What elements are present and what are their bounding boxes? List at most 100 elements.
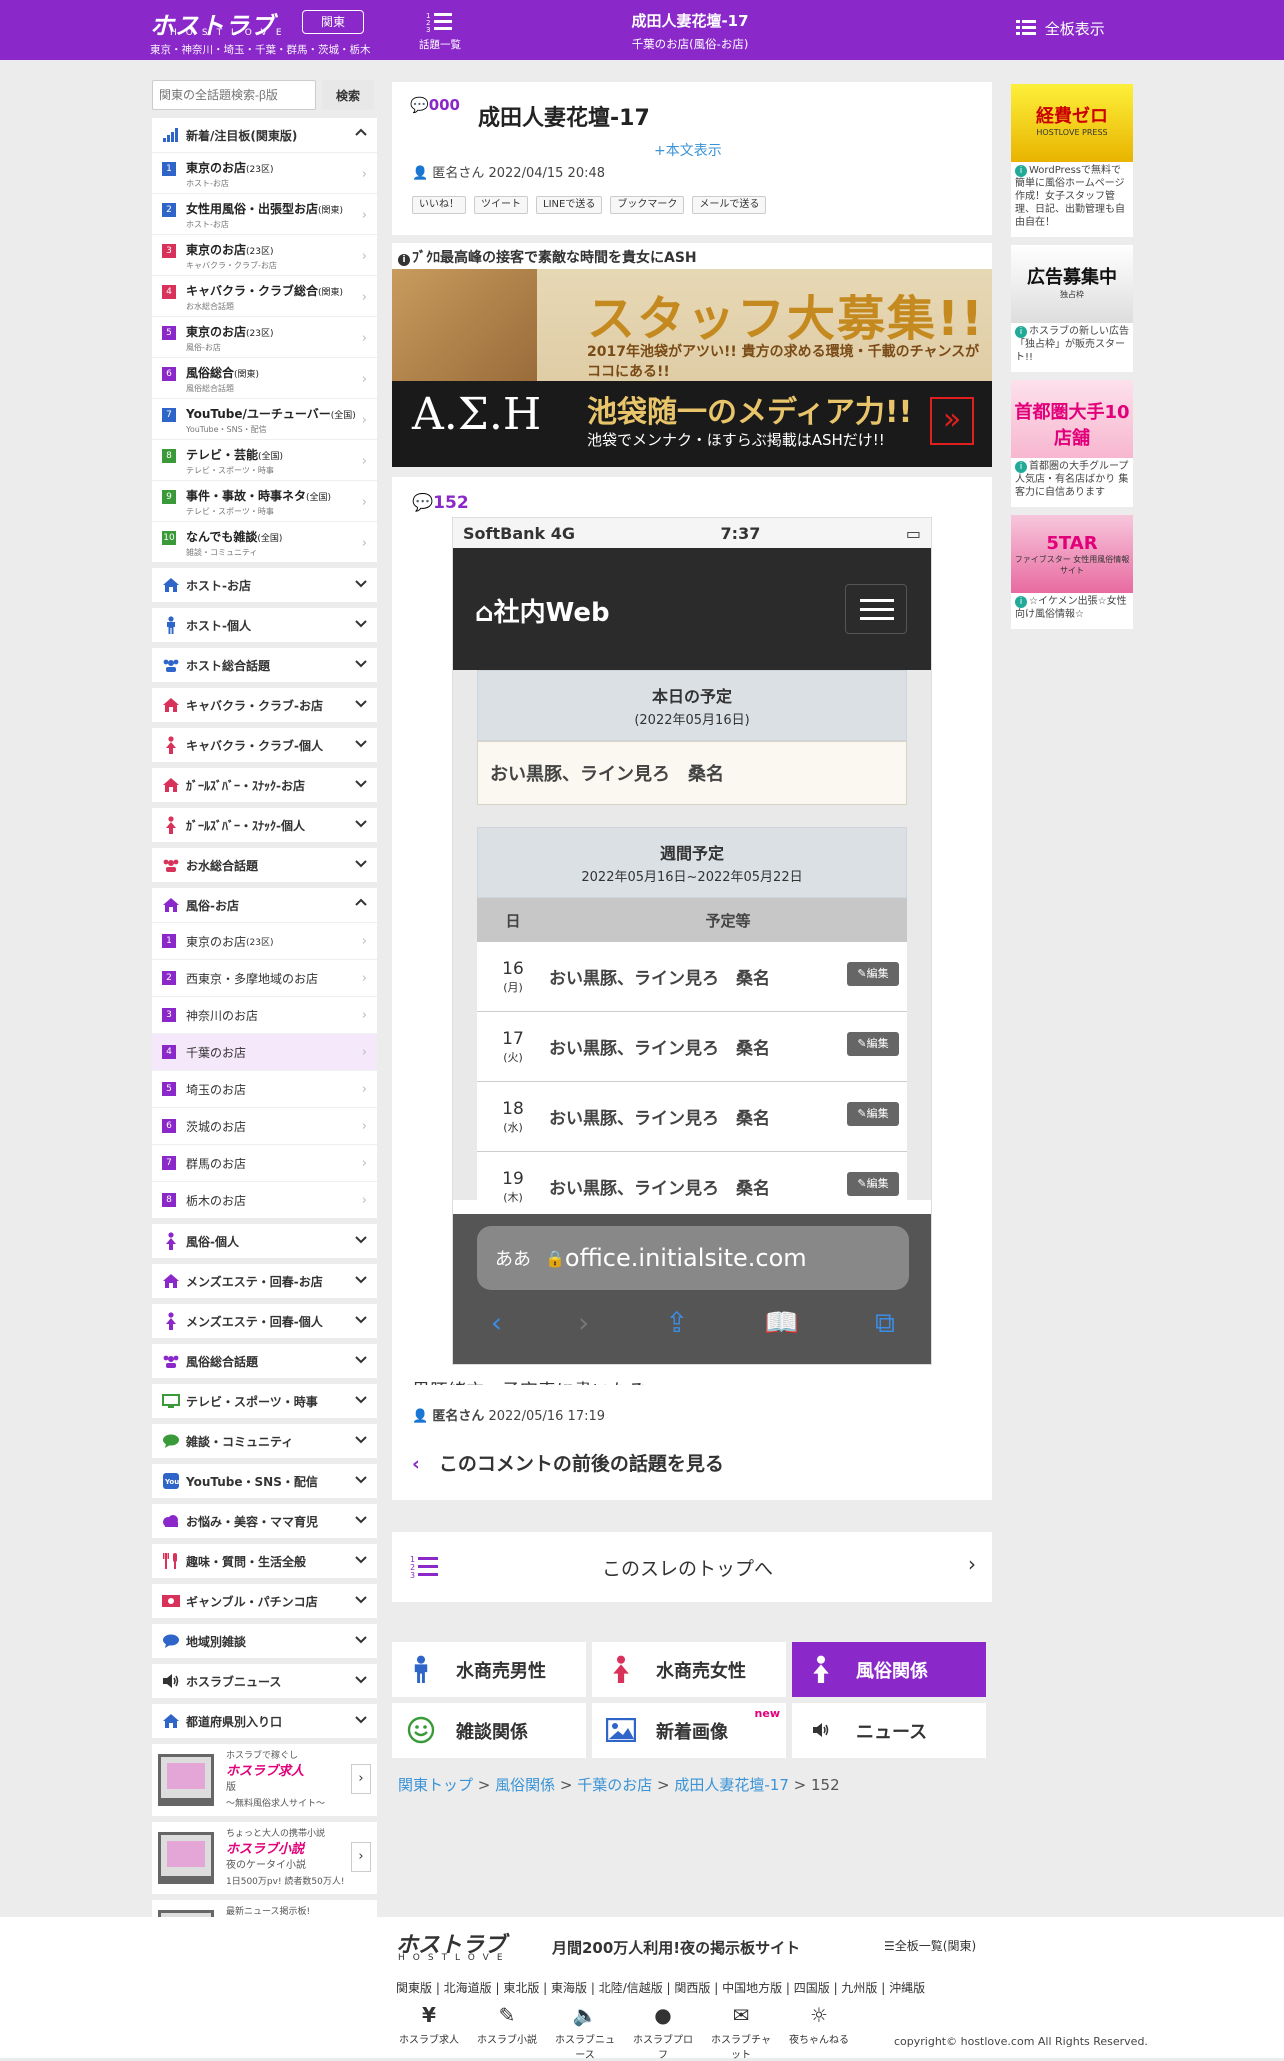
- nav-group-header[interactable]: キャバクラ・クラブ-個人: [152, 728, 377, 762]
- nav-group[interactable]: 雑談・コミュニティ: [152, 1424, 377, 1458]
- fuzoku-shop-item[interactable]: 6 茨城のお店 ›: [152, 1107, 377, 1144]
- nav-group-header[interactable]: You YouTube・SNS・配信: [152, 1464, 377, 1498]
- nav-group[interactable]: ｶﾞｰﾙｽﾞﾊﾞｰ・ｽﾅｯｸ-個人: [152, 808, 377, 842]
- nav-group[interactable]: ホスト-個人: [152, 608, 377, 642]
- share-button[interactable]: メールで送る: [692, 196, 767, 214]
- nav-group[interactable]: ホスト-お店: [152, 568, 377, 602]
- search-button[interactable]: 検索: [322, 80, 374, 110]
- ranking-item[interactable]: 7 YouTube/ユーチューバー(全国) YouTube・SNS・配信 ›: [152, 398, 377, 439]
- nav-group-header[interactable]: テレビ・スポーツ・時事: [152, 1384, 377, 1418]
- service-banner[interactable]: ちょっと大人の携帯小説 ホスラブ小説 夜のケータイ小説 1日500万pv! 読者数50…: [152, 1822, 377, 1894]
- ranking-item[interactable]: 9 事件・事故・時事ネタ(全国) テレビ・スポーツ・時事 ›: [152, 480, 377, 521]
- nav-group-header[interactable]: 風俗総合話題: [152, 1344, 377, 1378]
- share-button[interactable]: ツイート: [474, 196, 528, 214]
- fuzoku-shop-item[interactable]: 1 東京のお店 (23区) ›: [152, 922, 377, 959]
- fuzoku-shop-item[interactable]: 3 神奈川のお店 ›: [152, 996, 377, 1033]
- fuzoku-shop-item[interactable]: 2 西東京・多摩地域のお店 ›: [152, 959, 377, 996]
- nav-group-header[interactable]: キャバクラ・クラブ-お店: [152, 688, 377, 722]
- ranking-item[interactable]: 5 東京のお店(23区) 風俗-お店 ›: [152, 316, 377, 357]
- right-ad-image[interactable]: 経費ゼロ HOSTLOVE PRESS: [1011, 84, 1133, 162]
- footer-service-link[interactable]: ☼ 夜ちゃんねる: [786, 2003, 852, 2061]
- fuzoku-shop-item[interactable]: 4 千葉のお店 ›: [152, 1033, 377, 1070]
- right-ad[interactable]: 5TAR ファイブスター 女性用風俗情報サイト i ☆イケメン出張☆女性向け風俗情報☆: [1011, 515, 1133, 629]
- category-link[interactable]: ニュース: [792, 1703, 986, 1758]
- right-ad[interactable]: 広告募集中 独占枠 i ホスラブの新しい広告「独占枠」が販売スタート!!: [1011, 245, 1133, 372]
- nav-group[interactable]: 趣味・質問・生活全般: [152, 1544, 377, 1578]
- nav-group-header[interactable]: ホスト総合話題: [152, 648, 377, 682]
- fuzoku-shop-item[interactable]: 8 栃木のお店 ›: [152, 1181, 377, 1218]
- ranking-item[interactable]: 6 風俗総合(関東) 風俗総合話題 ›: [152, 357, 377, 398]
- ranking-item[interactable]: 1 東京のお店(23区) ホスト-お店 ›: [152, 152, 377, 193]
- category-link[interactable]: 風俗関係: [792, 1642, 986, 1697]
- nav-group[interactable]: 風俗総合話題: [152, 1344, 377, 1378]
- share-button[interactable]: ブックマーク: [610, 196, 685, 214]
- nav-group-header[interactable]: お悩み・美容・ママ育児: [152, 1504, 377, 1538]
- ranking-item[interactable]: 4 キャバクラ・クラブ総合(関東) お水総合話題 ›: [152, 275, 377, 316]
- comment-image[interactable]: SoftBank 4G 7:37 ▭ ⌂社内Web 本日の予定 (2022年05月…: [452, 517, 932, 1365]
- fuzoku-shop-header[interactable]: 風俗-お店: [152, 888, 377, 922]
- nav-group-header[interactable]: 雑談・コミュニティ: [152, 1424, 377, 1458]
- nav-group[interactable]: 都道府県別入り口: [152, 1704, 377, 1738]
- nav-group[interactable]: ギャンブル・パチンコ店: [152, 1584, 377, 1618]
- category-link[interactable]: 水商売男性: [392, 1642, 586, 1697]
- category-link[interactable]: 新着画像 new: [592, 1703, 786, 1758]
- nav-group[interactable]: お水総合話題: [152, 848, 377, 882]
- nav-group[interactable]: You YouTube・SNS・配信: [152, 1464, 377, 1498]
- category-link[interactable]: 水商売女性: [592, 1642, 786, 1697]
- thread-top-link[interactable]: 123 このスレのトップへ ›: [392, 1532, 992, 1602]
- nav-group-header[interactable]: メンズエステ・回春-お店: [152, 1264, 377, 1298]
- search-input[interactable]: [152, 80, 316, 110]
- nav-group[interactable]: メンズエステ・回春-お店: [152, 1264, 377, 1298]
- nav-group[interactable]: ｶﾞｰﾙｽﾞﾊﾞｰ・ｽﾅｯｸ-お店: [152, 768, 377, 802]
- breadcrumb-link[interactable]: 千葉のお店: [577, 1776, 652, 1794]
- nav-group[interactable]: キャバクラ・クラブ-個人: [152, 728, 377, 762]
- nav-group-header[interactable]: メンズエステ・回春-個人: [152, 1304, 377, 1338]
- ad-arrow-icon[interactable]: »: [930, 397, 974, 445]
- comment-around-link[interactable]: ‹ このコメントの前後の話題を見る: [412, 1449, 724, 1476]
- nav-group[interactable]: 地域別雑談: [152, 1624, 377, 1658]
- footer-service-link[interactable]: ¥ ホスラブ求人: [396, 2003, 462, 2061]
- nav-group-header[interactable]: お水総合話題: [152, 848, 377, 882]
- nav-group[interactable]: ホスト総合話題: [152, 648, 377, 682]
- footer-service-link[interactable]: ● ホスラブプロフ: [630, 2003, 696, 2061]
- right-ad[interactable]: 首都圏大手10店舗 i 首都圏の大手グループ 人気店・有名店ばかり 集客力に自信あり…: [1011, 380, 1133, 507]
- nav-group-header[interactable]: 趣味・質問・生活全般: [152, 1544, 377, 1578]
- right-ad[interactable]: 経費ゼロ HOSTLOVE PRESS i WordPressで無料で簡単に風俗ホーム…: [1011, 84, 1133, 237]
- share-button[interactable]: LINEで送る: [536, 196, 603, 214]
- ranking-item[interactable]: 8 テレビ・芸能(全国) テレビ・スポーツ・時事 ›: [152, 439, 377, 480]
- ranking-item[interactable]: 10 なんでも雑談(全国) 雑談・コミュニティ ›: [152, 521, 377, 562]
- share-button[interactable]: いいね！: [412, 196, 466, 214]
- fuzoku-shop-item[interactable]: 5 埼玉のお店 ›: [152, 1070, 377, 1107]
- right-ad-image[interactable]: 首都圏大手10店舗: [1011, 380, 1133, 458]
- right-ad-image[interactable]: 広告募集中 独占枠: [1011, 245, 1133, 323]
- ad-banner[interactable]: i ﾌﾞｸﾛ最高峰の接客で素敵な時間を貴女にASH スタッフ大募集!! 2017年…: [392, 243, 992, 467]
- ranking-item[interactable]: 2 女性用風俗・出張型お店(関東) ホスト-お店 ›: [152, 193, 377, 234]
- nav-group-header[interactable]: 地域別雑談: [152, 1624, 377, 1658]
- service-banner[interactable]: ホスラブで稼ぐし ホスラブ求人版〜無料風俗求人サイト〜 ›: [152, 1744, 377, 1816]
- category-link[interactable]: 雑談関係: [392, 1703, 586, 1758]
- footer-regions[interactable]: 関東版 | 北海道版 | 東北版 | 東海版 | 北陸/信越版 | 関西版 | …: [396, 1979, 925, 1996]
- nav-group-header[interactable]: ホスラブニュース: [152, 1664, 377, 1698]
- breadcrumb-link[interactable]: 風俗関係: [495, 1776, 555, 1794]
- breadcrumb-link[interactable]: 成田人妻花壇-17: [674, 1776, 789, 1794]
- nav-group-header[interactable]: 風俗-個人: [152, 1224, 377, 1258]
- footer-service-link[interactable]: 🔈 ホスラブニュース: [552, 2003, 618, 2061]
- ranking-header[interactable]: 新着/注目板(関東版): [152, 118, 377, 152]
- nav-group-header[interactable]: 都道府県別入り口: [152, 1704, 377, 1738]
- fuzoku-shop-item[interactable]: 7 群馬のお店 ›: [152, 1144, 377, 1181]
- breadcrumb-link[interactable]: 関東トップ: [398, 1776, 473, 1794]
- nav-group[interactable]: キャバクラ・クラブ-お店: [152, 688, 377, 722]
- board-all-button[interactable]: 全板表示: [1016, 18, 1105, 41]
- nav-group-header[interactable]: ｶﾞｰﾙｽﾞﾊﾞｰ・ｽﾅｯｸ-お店: [152, 768, 377, 802]
- footer-service-link[interactable]: ✉ ホスラブチャット: [708, 2003, 774, 2061]
- show-body-link[interactable]: +本文表示: [654, 140, 722, 160]
- right-ad-image[interactable]: 5TAR ファイブスター 女性用風俗情報サイト: [1011, 515, 1133, 593]
- footer-service-link[interactable]: ✎ ホスラブ小説: [474, 2003, 540, 2061]
- nav-group-header[interactable]: ホスト-個人: [152, 608, 377, 642]
- ad-image[interactable]: スタッフ大募集!! 2017年池袋がアツい!! 貴方の求める環境・千載のチャンス…: [392, 269, 992, 467]
- nav-group[interactable]: お悩み・美容・ママ育児: [152, 1504, 377, 1538]
- ranking-item[interactable]: 3 東京のお店(23区) キャバクラ・クラブ-お店 ›: [152, 234, 377, 275]
- nav-group[interactable]: メンズエステ・回春-個人: [152, 1304, 377, 1338]
- nav-group-header[interactable]: ギャンブル・パチンコ店: [152, 1584, 377, 1618]
- nav-group[interactable]: 風俗-個人: [152, 1224, 377, 1258]
